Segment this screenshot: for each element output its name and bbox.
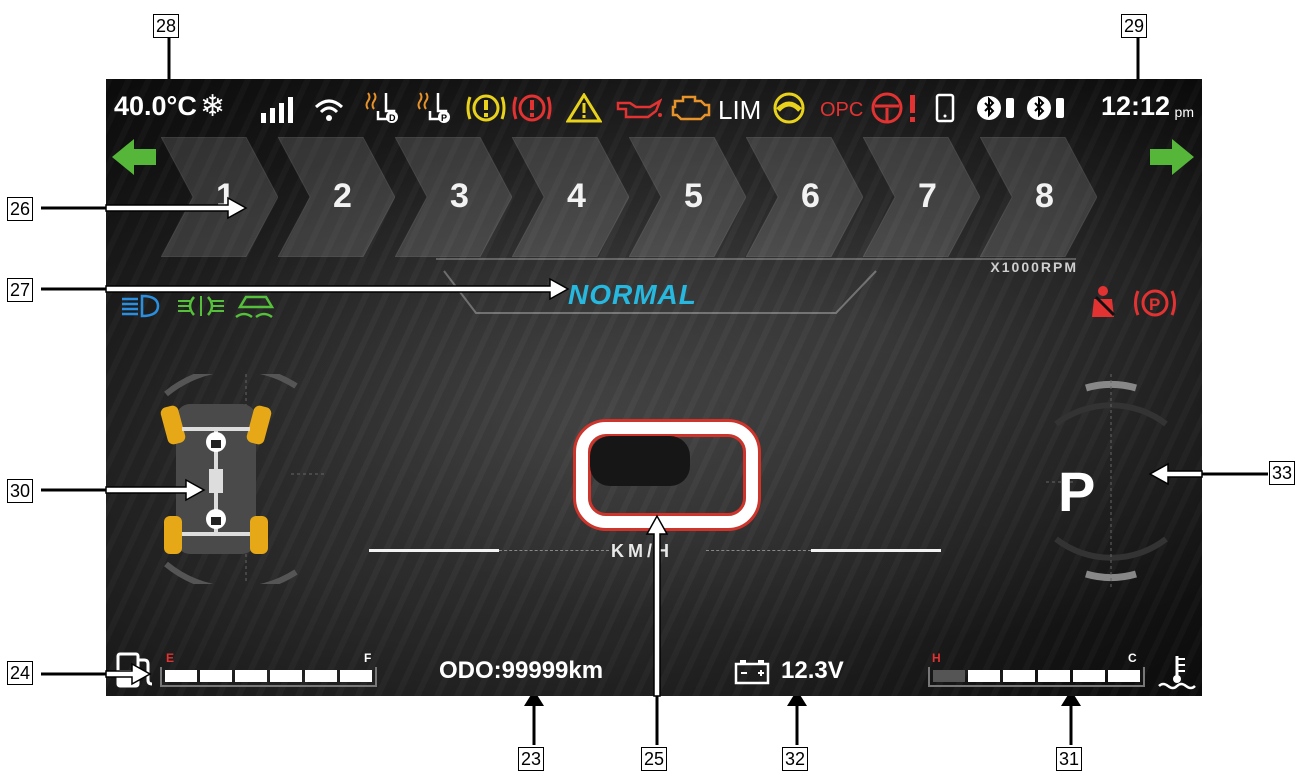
fuel-segment	[340, 670, 372, 682]
speed-line-left-dash	[499, 550, 609, 551]
tire-pressure-icon	[466, 94, 506, 122]
rpm-segment: 1	[161, 137, 278, 257]
clock-time: 12:12	[1100, 91, 1170, 121]
fuel-segment	[305, 670, 337, 682]
fuel-pump-icon	[116, 652, 153, 688]
rpm-segment: 6	[746, 137, 863, 257]
rpm-segment: 4	[512, 137, 629, 257]
bluetooth-2-icon	[1027, 96, 1064, 120]
status-bar: 40.0°C ❄ D P LIM OPC 12:12 pm	[106, 87, 1202, 127]
snowflake-icon: ❄	[200, 90, 226, 123]
transmission-gear: P	[1058, 460, 1096, 523]
rpm-gear-strip: 1 2 3 4 5 6 7 8	[161, 137, 1101, 257]
coolant-hot-label: H	[932, 651, 941, 665]
traction-icon	[235, 295, 275, 319]
battery-icon	[734, 660, 770, 685]
fuel-segment	[235, 670, 267, 682]
speed-value	[590, 436, 690, 486]
engine-check-icon	[671, 95, 711, 121]
instrument-cluster-screen: 40.0°C ❄ D P LIM OPC 12:12 pm 1 2 3 4 5 …	[106, 79, 1202, 696]
warning-triangle-icon	[566, 93, 602, 123]
mode-panel-frame	[436, 258, 1076, 314]
ambient-temperature: 40.0°C	[114, 91, 197, 121]
gear-number: 4	[567, 177, 587, 215]
speed-line-right	[811, 549, 941, 552]
seat-heater-passenger-icon: P	[417, 92, 450, 123]
fuel-full-label: F	[364, 651, 372, 665]
coolant-temp-icon	[1158, 656, 1196, 690]
rpm-segment: 8	[980, 137, 1097, 257]
seat-heater-driver-icon: D	[365, 92, 398, 123]
gear-number: 5	[684, 177, 704, 215]
low-beam-icon	[122, 294, 160, 318]
battery-voltage: 12.3V	[781, 657, 844, 684]
coolant-cold-label: C	[1128, 651, 1137, 665]
svg-text:P: P	[441, 113, 447, 123]
parking-brake-icon: P	[1134, 289, 1176, 317]
oil-pressure-icon	[616, 98, 662, 119]
gear-number: 3	[450, 177, 470, 215]
speed-unit: KM/H	[611, 541, 673, 561]
awd-lock-diagram	[160, 374, 326, 584]
fuel-gauge	[160, 667, 377, 687]
coolant-segment	[933, 670, 965, 682]
signal-icon	[261, 97, 293, 123]
gear-number: 7	[918, 177, 938, 215]
drive-mode-label: NORMAL	[568, 279, 697, 310]
coolant-segment	[968, 670, 1000, 682]
svg-text:P: P	[1149, 295, 1160, 314]
gear-number: 2	[333, 177, 353, 215]
odometer: ODO:99999km	[439, 657, 604, 684]
fuel-segment	[200, 670, 232, 682]
seatbelt-icon	[1092, 286, 1116, 317]
rpm-segment: 5	[629, 137, 746, 257]
speed-line-left	[369, 549, 499, 552]
rpm-segment: 7	[863, 137, 980, 257]
left-turn-icon	[112, 139, 156, 175]
right-turn-icon	[1150, 139, 1194, 175]
speed-limiter-label: LIM	[718, 95, 762, 125]
steering-warning-icon	[871, 92, 915, 124]
fog-light-icon	[178, 296, 224, 316]
opc-label: OPC	[820, 99, 864, 121]
wifi-icon	[314, 99, 344, 121]
speed-line-right-dash	[706, 550, 811, 551]
bluetooth-1-icon	[977, 96, 1014, 120]
rpm-segment: 2	[278, 137, 395, 257]
gear-number: 6	[801, 177, 821, 215]
clock-ampm: pm	[1174, 104, 1194, 120]
gear-number: 8	[1035, 177, 1055, 215]
coolant-segment	[1108, 670, 1140, 682]
cruise-icon	[773, 92, 805, 124]
coolant-gauge	[928, 667, 1145, 687]
fuel-empty-label: E	[166, 651, 175, 665]
phone-icon	[935, 93, 955, 123]
brake-warning-icon	[512, 94, 552, 122]
rpm-segment: 3	[395, 137, 512, 257]
coolant-segment	[1038, 670, 1070, 682]
fuel-segment	[270, 670, 302, 682]
coolant-segment	[1073, 670, 1105, 682]
fuel-segment	[165, 670, 197, 682]
coolant-segment	[1003, 670, 1035, 682]
svg-text:D: D	[389, 113, 396, 123]
gear-number: 1	[216, 177, 236, 215]
